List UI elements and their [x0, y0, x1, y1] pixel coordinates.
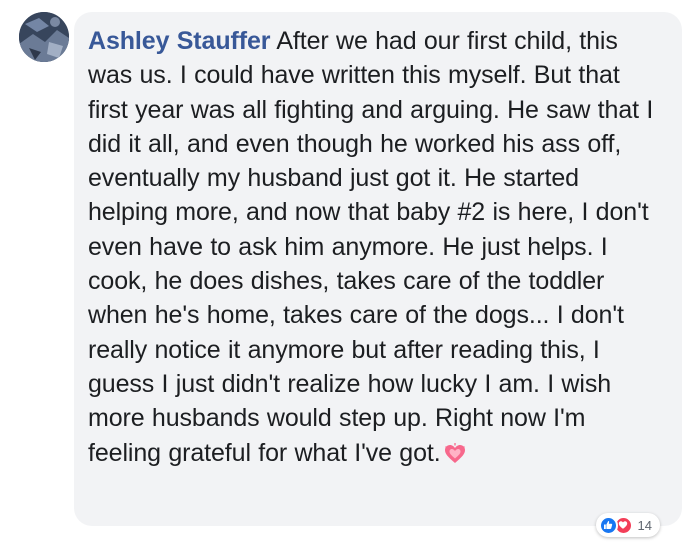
reaction-count: 14	[637, 517, 652, 533]
comment-author[interactable]: Ashley Stauffer	[88, 27, 270, 55]
comment-body: Ashley Stauffer After we had our first c…	[88, 24, 662, 474]
reactions-summary[interactable]: 14	[595, 513, 660, 537]
comment-bubble: Ashley Stauffer After we had our first c…	[74, 12, 682, 526]
avatar[interactable]	[19, 12, 69, 62]
growing-heart-icon	[443, 440, 467, 474]
avatar-image	[19, 12, 69, 62]
comment-text: After we had our first child, this was u…	[88, 27, 654, 467]
like-icon	[598, 515, 618, 535]
